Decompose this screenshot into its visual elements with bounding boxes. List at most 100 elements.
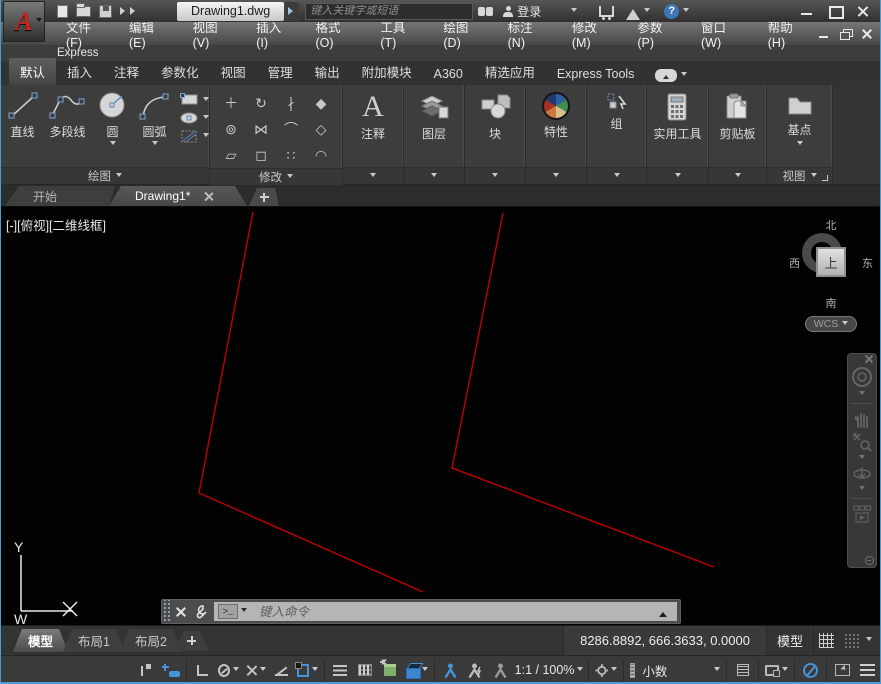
customization-menu-button[interactable] xyxy=(855,658,880,683)
layers-button[interactable]: 图层 xyxy=(418,88,450,142)
utilities-panel-expand[interactable] xyxy=(647,167,708,184)
a360-icon[interactable] xyxy=(626,2,640,20)
new-drawing-tab-button[interactable] xyxy=(249,188,279,206)
layout-tab-1[interactable]: 布局1 xyxy=(63,629,125,652)
command-customize-wrench-icon[interactable] xyxy=(193,604,208,619)
annotation-scale-person[interactable] xyxy=(488,658,513,683)
base-point-button[interactable]: 基点 xyxy=(785,88,815,148)
store-cart-icon[interactable] xyxy=(599,6,614,17)
help-dropdown-icon[interactable] xyxy=(683,8,689,15)
modify-tool-icon-5[interactable]: ⋈ xyxy=(246,116,276,142)
modify-tool-icon-0[interactable]: ＋ xyxy=(216,90,246,116)
view-panel-title[interactable]: 视图 xyxy=(767,167,832,184)
block-panel-expand[interactable] xyxy=(465,167,525,184)
hatch-flyout-icon[interactable] xyxy=(203,133,209,140)
ortho-mode-toggle[interactable] xyxy=(190,658,215,683)
command-line-dock[interactable]: >_ xyxy=(161,599,681,624)
modify-tool-icon-11[interactable]: ◠ xyxy=(306,142,336,168)
viewcube-top-face[interactable]: 上 xyxy=(816,247,846,277)
ribbon-tab-0[interactable]: 默认 xyxy=(9,58,56,85)
wheel-flyout-icon[interactable] xyxy=(859,391,865,398)
units-selector[interactable]: 小数 xyxy=(627,658,723,683)
viewcube-south-label[interactable]: 南 xyxy=(787,295,875,311)
ribbon-tab-2[interactable]: 注释 xyxy=(103,58,150,85)
menu-item-10[interactable]: 窗口(W) xyxy=(688,22,755,45)
new-layout-button[interactable] xyxy=(175,631,209,651)
view-panel-launcher-icon[interactable] xyxy=(822,175,828,181)
clipboard-panel-expand[interactable] xyxy=(709,167,766,184)
viewcube-north-label[interactable]: 北 xyxy=(787,217,875,233)
ribbon-tab-6[interactable]: 输出 xyxy=(304,58,351,85)
close-button[interactable] xyxy=(856,5,870,17)
wcs-dropdown[interactable]: WCS xyxy=(805,316,857,332)
group-button[interactable]: 组 xyxy=(606,88,628,132)
viewcube-west-label[interactable]: 西 xyxy=(789,255,800,271)
sign-in-button[interactable]: 登录 xyxy=(503,3,541,20)
autoscale-toggle[interactable] xyxy=(463,658,488,683)
grid-display-icon[interactable] xyxy=(819,633,834,648)
modify-tool-icon-6[interactable]: ⌒ xyxy=(276,116,306,142)
doc-close-button[interactable] xyxy=(861,29,872,39)
annotate-button[interactable]: A 注释 xyxy=(361,88,385,142)
menu-item-5[interactable]: 工具(T) xyxy=(367,22,430,45)
lineweight-dropdown-icon[interactable] xyxy=(312,667,318,674)
search-binoculars-icon[interactable] xyxy=(478,7,493,16)
osnap-tracking-dropdown-icon[interactable] xyxy=(260,667,266,674)
ribbon-tab-9[interactable]: 精选应用 xyxy=(474,58,546,85)
ui-lock-dropdown-icon[interactable] xyxy=(782,667,788,674)
command-dock-grip[interactable] xyxy=(162,600,170,623)
layout-tab-2[interactable]: 布局2 xyxy=(120,629,182,652)
viewcube-east-label[interactable]: 东 xyxy=(862,255,873,271)
menu-item-2[interactable]: 视图(V) xyxy=(180,22,244,45)
modify-tool-icon-9[interactable]: ◻ xyxy=(246,142,276,168)
orbit-flyout-icon[interactable] xyxy=(859,486,865,493)
navigation-wheel-icon[interactable] xyxy=(851,366,873,388)
menu-item-7[interactable]: 标注(N) xyxy=(495,22,559,45)
modify-tool-icon-4[interactable]: ⊚ xyxy=(216,116,246,142)
dynamic-input-toggle[interactable] xyxy=(158,658,183,683)
snap-grid-icon[interactable] xyxy=(844,633,859,648)
annotation-panel-expand[interactable] xyxy=(343,167,403,184)
ellipse-flyout-icon[interactable] xyxy=(203,115,209,122)
navbar-close-icon[interactable] xyxy=(865,355,873,363)
draw-panel-title[interactable]: 绘图 xyxy=(1,167,209,184)
menu-item-11[interactable]: 帮助(H) xyxy=(755,22,819,45)
selection-cycling-toggle[interactable] xyxy=(353,658,378,683)
arc-flyout-icon[interactable] xyxy=(152,141,158,148)
menu-item-9[interactable]: 参数(P) xyxy=(624,22,688,45)
object-snap-tracking-toggle[interactable] xyxy=(242,658,269,683)
ribbon-minimize-icon[interactable] xyxy=(655,69,677,82)
ribbon-tab-4[interactable]: 视图 xyxy=(210,58,257,85)
a360-dropdown-icon[interactable] xyxy=(644,8,650,15)
transparency-toggle[interactable] xyxy=(328,658,353,683)
menu-item-6[interactable]: 绘图(D) xyxy=(430,22,494,45)
circle-tool-button[interactable]: 圆 xyxy=(92,88,134,148)
new-file-icon[interactable] xyxy=(57,5,68,18)
hardware-acceleration-button[interactable] xyxy=(798,658,823,683)
title-expand-button[interactable] xyxy=(285,2,299,21)
ellipse-tool-button[interactable] xyxy=(180,111,209,125)
file-tab-drawing1[interactable]: Drawing1* xyxy=(109,186,247,206)
file-tab-start[interactable]: 开始 xyxy=(5,186,115,206)
modify-tool-icon-10[interactable]: ∷ xyxy=(276,142,306,168)
pan-hand-icon[interactable] xyxy=(852,409,872,429)
signin-dropdown-icon[interactable] xyxy=(571,8,577,15)
zoom-flyout-icon[interactable] xyxy=(859,455,865,462)
modify-tool-icon-7[interactable]: ◇ xyxy=(306,116,336,142)
rectangle-flyout-icon[interactable] xyxy=(203,97,209,104)
grid-dropdown-icon[interactable] xyxy=(866,637,872,644)
command-prompt-icon[interactable]: >_ xyxy=(218,604,238,619)
modify-tool-icon-8[interactable]: ▱ xyxy=(216,142,246,168)
menu-item-0[interactable]: 文件(F) xyxy=(53,22,116,45)
command-close-icon[interactable] xyxy=(176,607,186,617)
menu-item-8[interactable]: 修改(M) xyxy=(559,22,625,45)
ribbon-minimize-control[interactable] xyxy=(655,69,687,82)
search-input[interactable] xyxy=(310,5,468,17)
layout-tab-0[interactable]: 模型 xyxy=(13,629,68,652)
ribbon-tab-7[interactable]: 附加模块 xyxy=(351,58,423,85)
command-history-dropdown-icon[interactable] xyxy=(241,608,247,615)
ribbon-tab-1[interactable]: 插入 xyxy=(56,58,103,85)
modify-panel-title[interactable]: 修改 xyxy=(210,168,342,185)
hatch-tool-button[interactable] xyxy=(180,129,209,144)
save-file-icon[interactable] xyxy=(99,5,112,18)
